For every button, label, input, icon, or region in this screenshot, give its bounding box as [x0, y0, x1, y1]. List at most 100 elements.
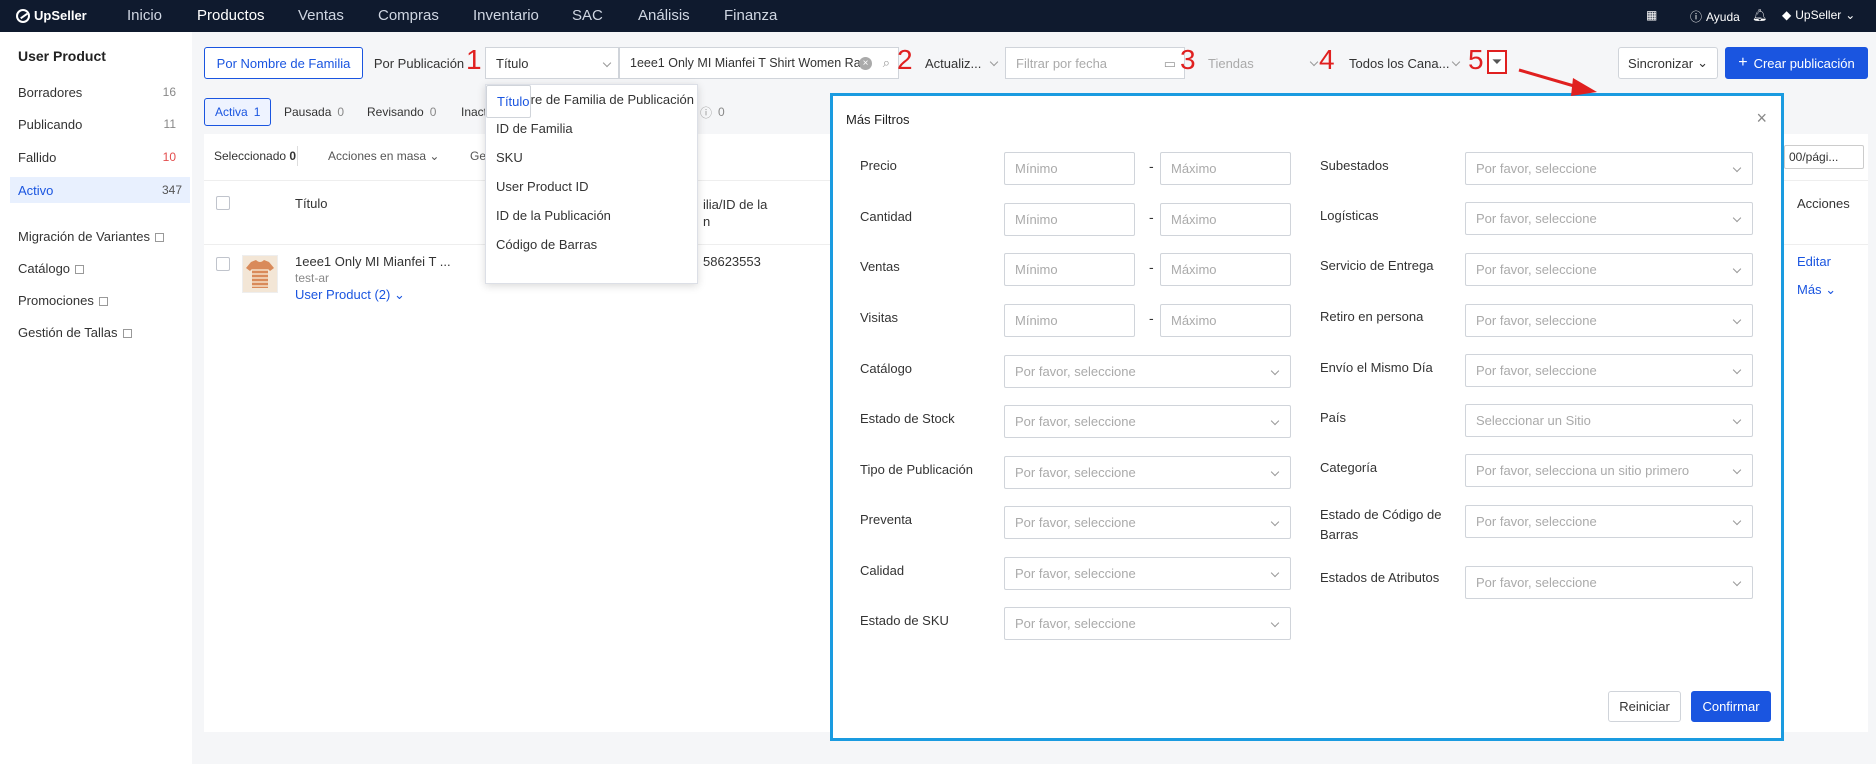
chevron-down-icon [1270, 618, 1280, 628]
dropdown-option-family-id[interactable]: ID de Familia [486, 114, 697, 143]
tab-revisando[interactable]: Revisando 0 [357, 98, 446, 126]
select-all-checkbox[interactable] [216, 196, 230, 210]
tab-activa[interactable]: Activa 1 [204, 98, 272, 126]
sidebar-title: User Product [18, 48, 106, 64]
product-thumbnail[interactable] [242, 255, 278, 293]
label-servicio-entrega: Servicio de Entrega [1320, 258, 1434, 273]
sidebar-link-migracion[interactable]: Migración de Variantes [18, 229, 164, 244]
user-product-toggle[interactable]: User Product (2) ⌄ [295, 287, 405, 303]
more-tools-menu[interactable]: Ge [470, 149, 486, 163]
calidad-select[interactable]: Por favor, seleccione [1004, 557, 1291, 590]
confirm-button[interactable]: Confirmar [1691, 691, 1771, 722]
estados-atributos-select[interactable]: Por favor, seleccione [1465, 566, 1753, 599]
tipo-publicacion-select[interactable]: Por favor, seleccione [1004, 456, 1291, 489]
stores-select[interactable]: Tiendas [1198, 47, 1325, 79]
page-size-select[interactable]: 00/pági... [1784, 145, 1864, 169]
dropdown-option-barcode[interactable]: Código de Barras [486, 230, 697, 259]
sidebar-item-fallido[interactable]: Fallido 10 [18, 145, 184, 169]
precio-max-input[interactable]: Máximo [1160, 152, 1291, 185]
retiro-persona-select[interactable]: Por favor, seleccione [1465, 304, 1753, 337]
account-menu[interactable]: ◆ UpSeller ⌄ [1782, 8, 1855, 22]
dropdown-option-user-product-id[interactable]: User Product ID [486, 172, 697, 201]
label-subestados: Subestados [1320, 158, 1389, 173]
nav-finanza[interactable]: Finanza [724, 7, 777, 24]
apps-grid-icon[interactable]: ▦ [1646, 8, 1657, 22]
search-type-select[interactable]: Título [485, 47, 619, 79]
estado-codigo-barras-select[interactable]: Por favor, seleccione [1465, 505, 1753, 538]
estado-sku-select[interactable]: Por favor, seleccione [1004, 607, 1291, 640]
envio-mismo-dia-select[interactable]: Por favor, seleccione [1465, 354, 1753, 387]
visitas-max-input[interactable]: Máximo [1160, 304, 1291, 337]
sidebar-link-promociones[interactable]: Promociones [18, 293, 108, 308]
nav-compras[interactable]: Compras [378, 7, 439, 24]
row-title[interactable]: 1eee1 Only MI Mianfei T ... [295, 254, 451, 269]
nav-sac[interactable]: SAC [572, 7, 603, 24]
catalogo-select[interactable]: Por favor, seleccione [1004, 355, 1291, 388]
dropdown-option-sku[interactable]: SKU [486, 143, 697, 172]
chevron-down-icon: ⌄ [1697, 55, 1708, 70]
annotation-mark-1: 1 [466, 44, 482, 75]
tab-pausada[interactable]: Pausada 0 [274, 98, 354, 126]
label-preventa: Preventa [860, 512, 913, 527]
sync-button[interactable]: Sincronizar ⌄ [1618, 47, 1718, 79]
label-catalogo: Catálogo [860, 361, 913, 376]
cantidad-min-input[interactable]: Mínimo [1004, 203, 1135, 236]
row-checkbox[interactable] [216, 257, 230, 271]
cantidad-max-input[interactable]: Máximo [1160, 203, 1291, 236]
search-input[interactable]: 1eee1 Only MI Mianfei T Shirt Women Ra × ⌕ [619, 47, 899, 79]
label-cantidad: Cantidad [860, 209, 913, 224]
edit-link[interactable]: Editar [1797, 254, 1831, 269]
sidebar-item-publicando[interactable]: Publicando 11 [18, 112, 184, 136]
create-listing-button[interactable]: + Crear publicación [1725, 47, 1868, 79]
update-select[interactable]: Actualiz... [915, 47, 1005, 79]
estado-stock-select[interactable]: Por favor, seleccione [1004, 405, 1291, 438]
annotation-arrow [1518, 68, 1597, 96]
filter-icon[interactable]: ⏷ [1487, 50, 1507, 74]
help-link[interactable]: ⓘ Ayuda [1690, 8, 1740, 25]
categoria-select[interactable]: Por favor, selecciona un sitio primero [1465, 454, 1753, 487]
search-type-dropdown: Título Nombre de Familia de Publicación … [485, 84, 698, 284]
sidebar-link-catalogo[interactable]: Catálogo [18, 261, 85, 276]
reset-button[interactable]: Reiniciar [1608, 691, 1681, 722]
sidebar-item-borradores[interactable]: Borradores 16 [18, 80, 184, 104]
col-family-id: ilia/ID de la n [703, 197, 768, 229]
visitas-min-input[interactable]: Mínimo [1004, 304, 1135, 337]
nav-productos[interactable]: Productos [197, 7, 265, 24]
range-dash: - [1149, 310, 1154, 326]
brand-logo[interactable]: UpSeller [16, 8, 87, 23]
bulk-actions-menu[interactable]: Acciones en masa ⌄ [328, 149, 439, 163]
annotation-mark-4: 4 [1319, 44, 1335, 75]
channels-select[interactable]: Todos los Cana... [1339, 47, 1467, 79]
logo-icon [16, 8, 30, 23]
nav-inventario[interactable]: Inventario [473, 7, 539, 24]
chevron-down-icon: ⌄ [1825, 282, 1837, 297]
more-actions-link[interactable]: Más ⌄ [1797, 282, 1836, 298]
ventas-min-input[interactable]: Mínimo [1004, 253, 1135, 286]
nav-analisis[interactable]: Análisis [638, 7, 690, 24]
by-listing-button[interactable]: Por Publicación [363, 47, 475, 79]
preventa-select[interactable]: Por favor, seleccione [1004, 506, 1291, 539]
precio-min-input[interactable]: Mínimo [1004, 152, 1135, 185]
chevron-down-icon [1732, 365, 1742, 375]
by-family-button[interactable]: Por Nombre de Familia [204, 47, 363, 79]
close-icon[interactable]: × [1756, 108, 1767, 129]
servicio-entrega-select[interactable]: Por favor, seleccione [1465, 253, 1753, 286]
search-icon[interactable]: ⌕ [883, 55, 890, 71]
dropdown-option-titulo[interactable]: Título [486, 85, 531, 118]
dropdown-option-listing-id[interactable]: ID de la Publicación [486, 201, 697, 230]
label-precio: Precio [860, 158, 897, 173]
logisticas-select[interactable]: Por favor, seleccione [1465, 202, 1753, 235]
more-filters-modal: Más Filtros × Precio Mínimo - Máximo Can… [830, 93, 1784, 741]
external-link-icon [75, 265, 85, 275]
date-filter-input[interactable]: Filtrar por fecha ▭ [1005, 47, 1185, 79]
sidebar-item-activo[interactable]: Activo 347 [10, 177, 190, 203]
ventas-max-input[interactable]: Máximo [1160, 253, 1291, 286]
range-dash: - [1149, 158, 1154, 174]
pais-select[interactable]: Seleccionar un Sitio [1465, 404, 1753, 437]
bell-icon[interactable]: 🔔︎ [1752, 8, 1767, 22]
nav-inicio[interactable]: Inicio [127, 7, 162, 24]
sidebar-link-tallas[interactable]: Gestión de Tallas [18, 325, 132, 340]
subestados-select[interactable]: Por favor, seleccione [1465, 152, 1753, 185]
nav-ventas[interactable]: Ventas [298, 7, 344, 24]
clear-icon[interactable]: × [859, 57, 872, 70]
